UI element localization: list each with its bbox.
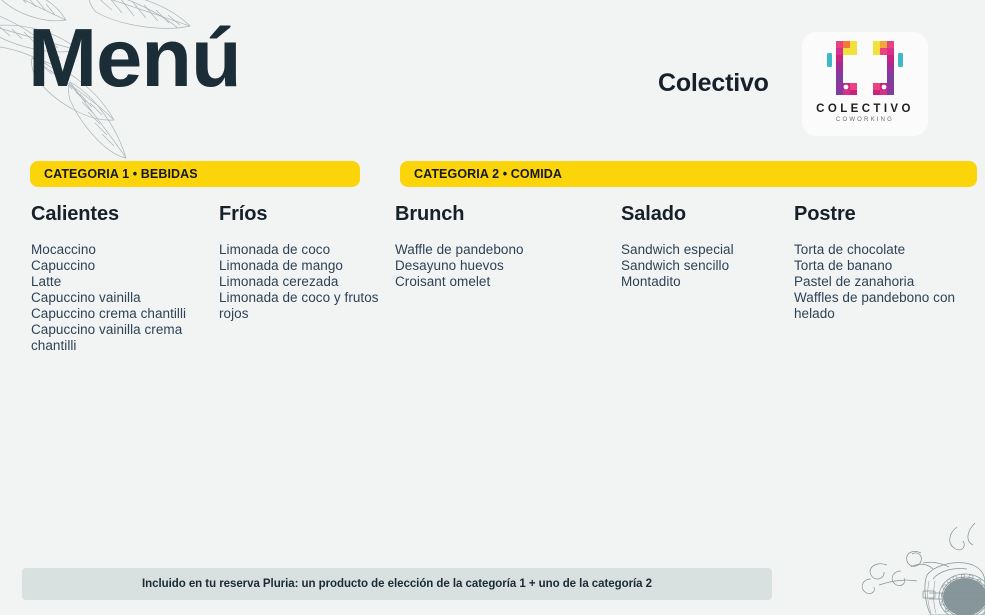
menu-item: Sandwich especial (621, 242, 734, 257)
menu-item: Mocaccino (31, 242, 96, 257)
logo-subword: COWORKING (835, 117, 895, 123)
menu-item: Waffles de pandebono con helado (794, 290, 956, 321)
menu-column-calientes: Calientes Mocaccino Capuccino Latte Capu… (31, 203, 213, 354)
footer-note-bar: Incluido en tu reserva Pluria: un produc… (22, 568, 772, 600)
category-banner-comida: CATEGORIA 2 • COMIDA (400, 161, 977, 187)
menu-item: Desayuno huevos (395, 258, 504, 273)
menu-item: Torta de banano (794, 258, 893, 273)
logo-wordmark: COLECTIVO (816, 103, 914, 115)
menu-column-title: Calientes (31, 203, 120, 225)
menu-item-list: Sandwich especial Sandwich sencillo Mont… (621, 242, 786, 290)
menu-item-list: Torta de chocolate Torta de banano Paste… (794, 242, 979, 321)
menu-item: Limonada de coco (219, 242, 331, 257)
coffee-cup-decoration-icon (861, 523, 985, 615)
menu-column-title: Fríos (219, 203, 268, 225)
menu-item: Croisant omelet (395, 274, 491, 289)
category-banner-label: CATEGORIA 2 • COMIDA (414, 167, 563, 181)
menu-item: Torta de chocolate (794, 242, 906, 257)
menu-item: Capuccino vainilla crema chantilli (31, 322, 183, 353)
menu-item: Latte (31, 274, 62, 289)
menu-column-salado: Salado Sandwich especial Sandwich sencil… (621, 203, 786, 290)
menu-column-brunch: Brunch Waffle de pandebono Desayuno huev… (395, 203, 615, 290)
page-title: Menú (28, 11, 242, 104)
page-header: Menú Colectivo COLECTIVO COWORKING (0, 0, 985, 150)
colectivo-logo-mark (827, 41, 903, 95)
menu-item: Limonada cerezada (219, 274, 339, 289)
menu-item-list: Waffle de pandebono Desayuno huevos Croi… (395, 242, 615, 290)
menu-item: Waffle de pandebono (395, 242, 524, 257)
menu-item: Limonada de mango (219, 258, 343, 273)
menu-column-frios: Fríos Limonada de coco Limonada de mango… (219, 203, 384, 322)
menu-column-title: Salado (621, 203, 686, 225)
brand-name: Colectivo (658, 69, 769, 97)
menu-item: Capuccino (31, 258, 96, 273)
menu-item: Limonada de coco y frutos rojos (219, 290, 379, 321)
menu-item: Pastel de zanahoria (794, 274, 915, 289)
category-banner-bebidas: CATEGORIA 1 • BEBIDAS (30, 161, 360, 187)
colectivo-logo: COLECTIVO COWORKING (802, 32, 928, 136)
menu-item: Sandwich sencillo (621, 258, 730, 273)
menu-column-title: Brunch (395, 203, 465, 225)
menu-item-list: Limonada de coco Limonada de mango Limon… (219, 242, 384, 321)
category-banner-label: CATEGORIA 1 • BEBIDAS (44, 167, 198, 181)
footer-note-text: Incluido en tu reserva Pluria: un produc… (142, 578, 652, 590)
menu-column-postre: Postre Torta de chocolate Torta de banan… (794, 203, 979, 322)
menu-item: Capuccino crema chantilli (31, 306, 187, 321)
menu-column-title: Postre (794, 203, 856, 225)
menu-item: Capuccino vainilla (31, 290, 141, 305)
menu-item-list: Mocaccino Capuccino Latte Capuccino vain… (31, 242, 213, 353)
menu-item: Montadito (621, 274, 681, 289)
